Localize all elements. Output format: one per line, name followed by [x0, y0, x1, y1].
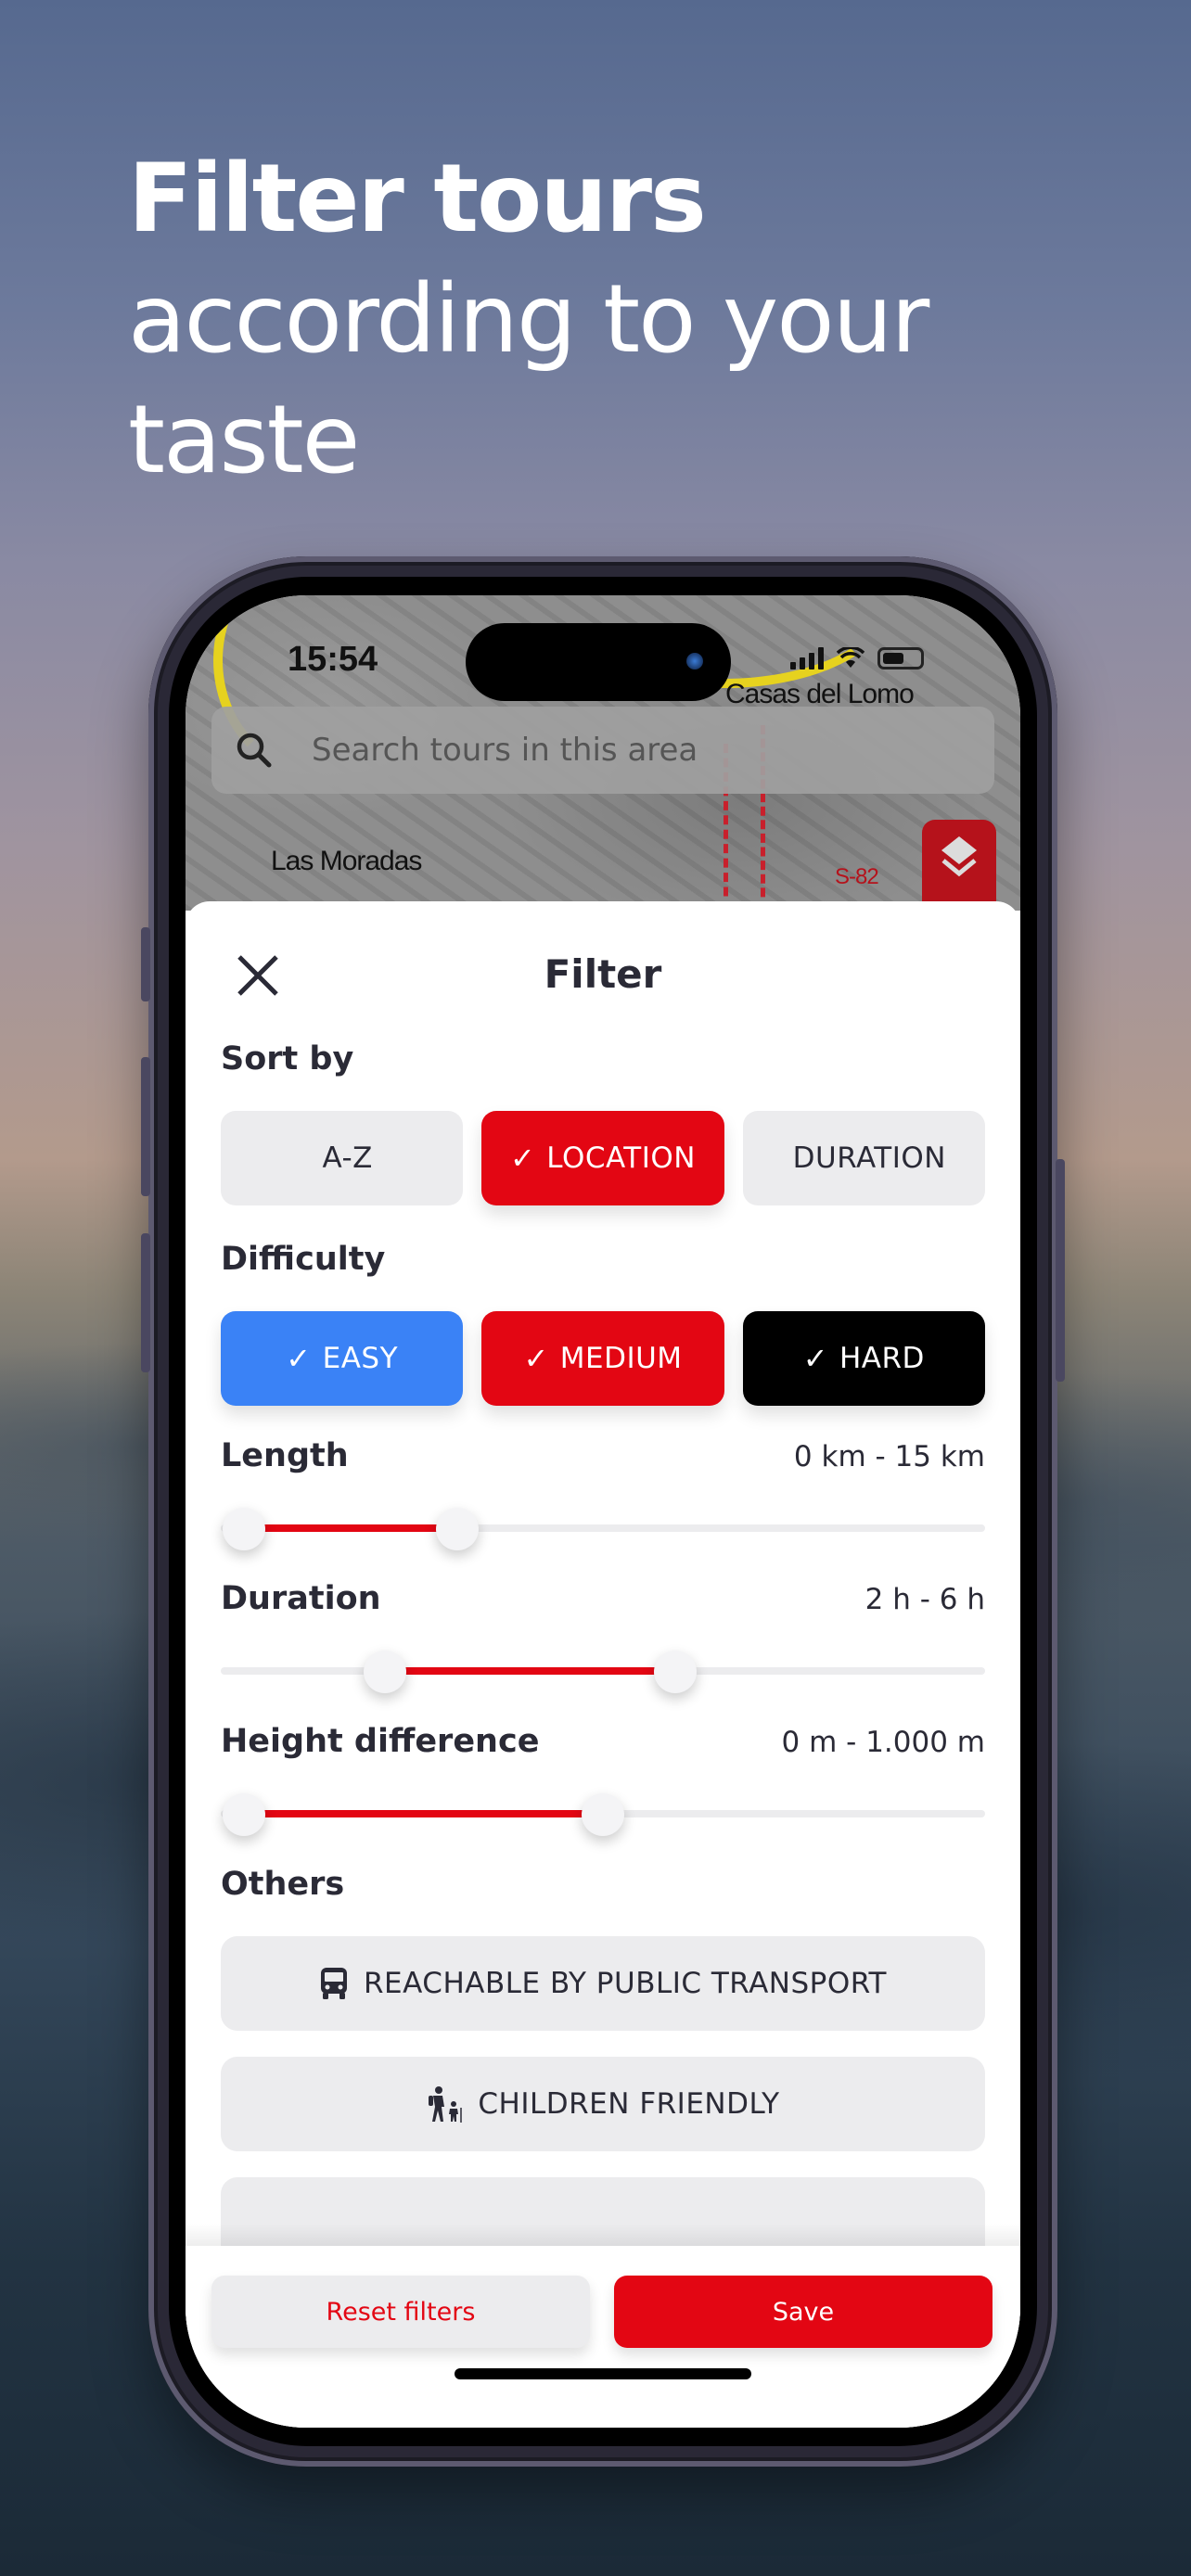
slider-thumb-min[interactable]: [222, 1508, 265, 1550]
battery-icon: [877, 647, 924, 670]
search-icon: [237, 733, 272, 768]
others-label: Others: [221, 1866, 345, 1903]
filter-content: Sort by A-Z ✓ LOCATION DURATION Difficul…: [221, 1040, 985, 2272]
family-hiking-icon: [429, 2086, 463, 2123]
public-transport-label: REACHABLE BY PUBLIC TRANSPORT: [364, 1967, 887, 2000]
sort-by-options: A-Z ✓ LOCATION DURATION: [221, 1111, 985, 1205]
slider-thumb-max[interactable]: [654, 1651, 698, 1693]
map-view[interactable]: Casas del Lomo Las Moradas S-82 15:54 Se…: [186, 595, 1020, 912]
duration-filter: Duration 2 h - 6 h: [221, 1580, 985, 1699]
sort-option-a-z[interactable]: A-Z: [221, 1111, 464, 1205]
difficulty-option-label: HARD: [839, 1342, 925, 1375]
headline-line-2: according to your: [128, 264, 929, 375]
height-difference-value: 0 m - 1.000 m: [781, 1726, 985, 1759]
reset-filters-button[interactable]: Reset filters: [211, 2276, 590, 2348]
slider-thumb-min[interactable]: [364, 1651, 407, 1693]
height-difference-filter: Height difference 0 m - 1.000 m: [221, 1723, 985, 1842]
check-icon: ✓: [509, 1141, 536, 1176]
slider-fill: [243, 1810, 603, 1817]
headline: Filter tours according to your taste: [128, 139, 929, 501]
difficulty-option-easy[interactable]: ✓ EASY: [221, 1311, 464, 1406]
length-label: Length: [221, 1437, 349, 1474]
sort-option-label: DURATION: [792, 1141, 946, 1175]
height-difference-range-slider[interactable]: [221, 1786, 985, 1842]
save-button[interactable]: Save: [614, 2276, 992, 2348]
layers-icon: [941, 836, 977, 877]
sheet-header: Filter: [186, 901, 1020, 1059]
sort-option-label: A-Z: [322, 1141, 373, 1175]
slider-fill: [243, 1524, 458, 1532]
search-input[interactable]: Search tours in this area: [211, 707, 994, 794]
children-friendly-label: CHILDREN FRIENDLY: [478, 2087, 780, 2121]
sort-by-label: Sort by: [221, 1040, 354, 1078]
search-placeholder: Search tours in this area: [312, 732, 698, 769]
map-layers-button[interactable]: [922, 820, 996, 912]
difficulty-options: ✓ EASY ✓ MEDIUM ✓ HARD: [221, 1311, 985, 1406]
headline-bold: Filter tours: [128, 144, 707, 254]
check-icon: ✓: [286, 1341, 312, 1376]
phone-frame: Casas del Lomo Las Moradas S-82 15:54 Se…: [141, 556, 1065, 2467]
duration-label: Duration: [221, 1580, 381, 1617]
difficulty-option-hard[interactable]: ✓ HARD: [742, 1311, 985, 1406]
power-button: [1056, 1159, 1065, 1382]
camera-icon: [686, 653, 703, 670]
length-filter: Length 0 km - 15 km: [221, 1437, 985, 1556]
volume-down-button: [141, 1233, 150, 1372]
status-icons: [790, 647, 924, 670]
slider-fill: [385, 1667, 676, 1675]
children-friendly-toggle[interactable]: CHILDREN FRIENDLY: [221, 2057, 985, 2151]
mute-switch: [141, 927, 150, 1001]
slider-thumb-max[interactable]: [436, 1508, 480, 1550]
length-value: 0 km - 15 km: [793, 1440, 985, 1473]
volume-up-button: [141, 1057, 150, 1196]
difficulty-option-label: MEDIUM: [559, 1342, 683, 1375]
duration-range-slider[interactable]: [221, 1643, 985, 1699]
sort-option-duration[interactable]: DURATION: [742, 1111, 985, 1205]
public-transport-toggle[interactable]: REACHABLE BY PUBLIC TRANSPORT: [221, 1936, 985, 2031]
headline-line-3: taste: [128, 385, 360, 495]
sheet-title: Filter: [544, 951, 662, 997]
height-difference-label: Height difference: [221, 1723, 540, 1760]
dynamic-island: [466, 623, 731, 701]
check-icon: ✓: [802, 1341, 828, 1376]
bus-icon: [321, 1968, 348, 1999]
difficulty-label: Difficulty: [221, 1241, 386, 1278]
status-time: 15:54: [288, 640, 378, 679]
sort-option-label: LOCATION: [546, 1141, 696, 1175]
scroll-shadow: [186, 2224, 1020, 2246]
slider-thumb-min[interactable]: [222, 1793, 265, 1836]
difficulty-option-medium[interactable]: ✓ MEDIUM: [481, 1311, 724, 1406]
map-label-road-s82: S-82: [835, 864, 879, 889]
filter-sheet: Filter Sort by A-Z ✓ LOCATION DURATION D…: [186, 901, 1020, 2428]
slider-thumb-max[interactable]: [582, 1793, 624, 1836]
phone-screen: Casas del Lomo Las Moradas S-82 15:54 Se…: [186, 595, 1020, 2428]
sort-option-location[interactable]: ✓ LOCATION: [481, 1111, 724, 1205]
wifi-icon: [837, 647, 864, 668]
map-label-casas-del-lomo: Casas del Lomo: [725, 679, 915, 709]
check-icon: ✓: [523, 1341, 549, 1376]
sheet-footer: Reset filters Save: [186, 2246, 1020, 2428]
duration-value: 2 h - 6 h: [864, 1583, 985, 1616]
home-indicator: [455, 2368, 751, 2379]
map-label-las-moradas: Las Moradas: [271, 846, 422, 876]
signal-icon: [790, 647, 824, 670]
difficulty-option-label: EASY: [322, 1342, 399, 1375]
length-range-slider[interactable]: [221, 1500, 985, 1556]
